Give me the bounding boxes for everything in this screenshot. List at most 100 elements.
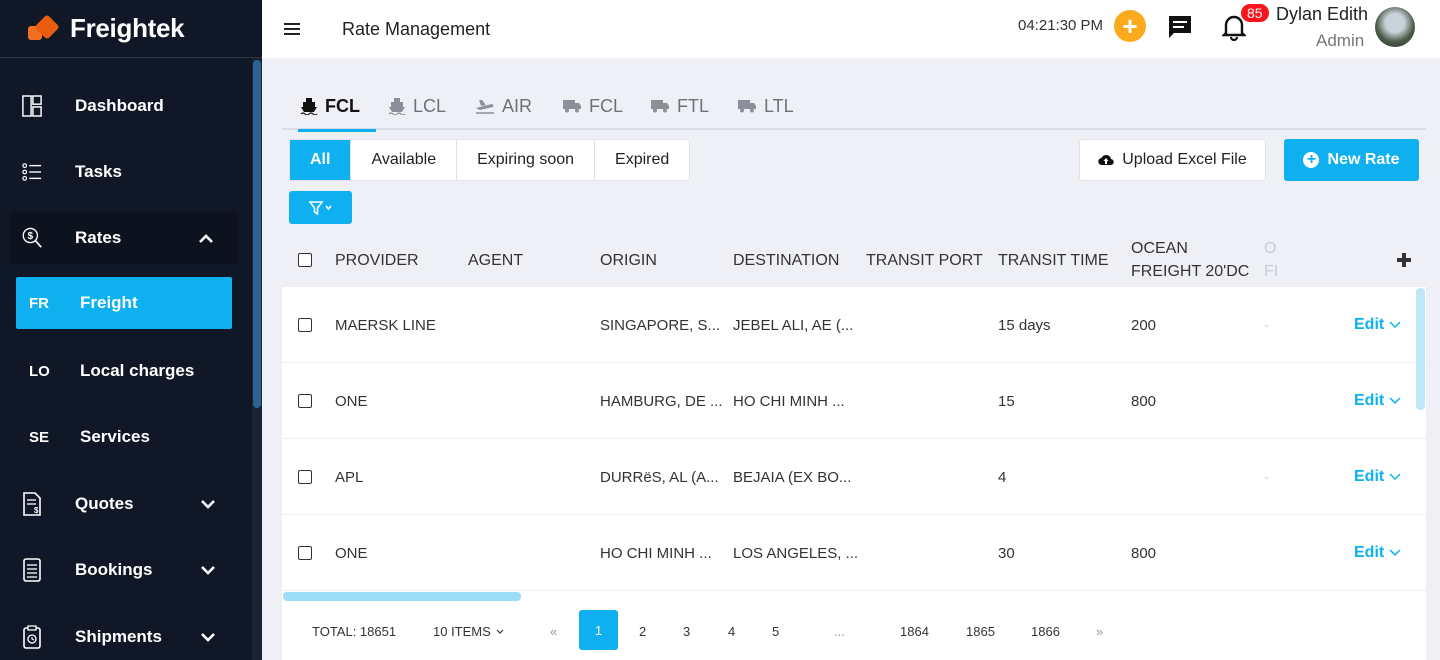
cell-provider: ONE <box>335 392 368 410</box>
col-provider[interactable]: PROVIDER <box>335 232 419 288</box>
col-label-line: FREIGHT 20'DC <box>1131 263 1250 280</box>
edit-button[interactable]: Edit <box>1354 515 1401 591</box>
filter-all-button[interactable]: All <box>290 140 352 180</box>
checkbox[interactable] <box>298 253 312 267</box>
avatar[interactable] <box>1375 7 1415 47</box>
page-button[interactable]: 1 <box>579 610 618 650</box>
filter-expiring-soon-button[interactable]: Expiring soon <box>457 140 596 180</box>
col-transit-time[interactable]: TRANSIT TIME <box>998 232 1109 288</box>
sidebar-item-quotes[interactable]: $ Quotes <box>0 478 240 530</box>
subitem-abbr: LO <box>29 362 50 380</box>
tab-lcl[interactable]: LCL <box>388 82 446 130</box>
cell-provider: APL <box>335 468 364 486</box>
col-ocean-freight-20dc[interactable]: OCEAN FREIGHT 20'DC <box>1131 232 1249 288</box>
checkbox[interactable] <box>298 470 312 484</box>
quick-add-button[interactable]: + <box>1114 10 1146 42</box>
tab-label: LTL <box>764 95 794 116</box>
sidebar-item-tasks[interactable]: Tasks <box>0 146 240 198</box>
sidebar-item-bookings[interactable]: Bookings <box>0 544 240 596</box>
prev-page-button[interactable]: « <box>550 603 557 660</box>
shipments-icon <box>22 625 42 649</box>
top-header: Rate Management 04:21:30 PM + 85 Dylan E… <box>262 0 1440 58</box>
col-agent[interactable]: AGENT <box>468 232 523 288</box>
select-all-checkbox[interactable] <box>298 232 312 288</box>
cell-transit-time: 15 <box>998 392 1015 410</box>
tab-ftl[interactable]: FTL <box>650 82 709 130</box>
new-rate-label: New Rate <box>1327 151 1400 168</box>
sidebar-item-shipments[interactable]: Shipments <box>0 611 240 660</box>
sidebar-scrollbar[interactable] <box>253 60 261 408</box>
cell-destination: HO CHI MINH ... <box>733 392 845 410</box>
menu-icon[interactable] <box>284 20 300 38</box>
table-vertical-scrollbar[interactable] <box>1416 288 1425 410</box>
col-origin[interactable]: ORIGIN <box>600 232 657 288</box>
col-label-line: OCEAN <box>1131 240 1188 257</box>
cell-provider: ONE <box>335 544 368 562</box>
chat-icon[interactable] <box>1167 14 1193 45</box>
filter-available-button[interactable]: Available <box>351 140 458 180</box>
sidebar-item-rates[interactable]: $ Rates <box>10 212 238 264</box>
upload-excel-button[interactable]: Upload Excel File <box>1079 139 1266 181</box>
checkbox[interactable] <box>298 394 312 408</box>
col-destination[interactable]: DESTINATION <box>733 232 839 288</box>
col-next-truncated[interactable]: O FI <box>1264 232 1278 288</box>
brand-name: Freightek <box>70 13 185 43</box>
page-button[interactable]: 4 <box>728 603 735 660</box>
tab-road-fcl[interactable]: FCL <box>562 82 623 130</box>
new-rate-button[interactable]: + New Rate <box>1284 139 1419 181</box>
page-button[interactable]: 2 <box>639 603 646 660</box>
transport-mode-tabs: FCL LCL AIR FCL FTL LTL <box>282 82 1426 132</box>
edit-button[interactable]: Edit <box>1354 287 1401 363</box>
filter-expired-button[interactable]: Expired <box>595 140 689 180</box>
tab-air[interactable]: AIR <box>475 82 532 130</box>
cell-origin: SINGAPORE, S... <box>600 316 721 334</box>
svg-text:$: $ <box>34 506 39 515</box>
row-checkbox[interactable] <box>298 363 312 439</box>
page-button[interactable]: 1864 <box>900 603 929 660</box>
funnel-icon <box>308 200 332 215</box>
cell-origin: HO CHI MINH ... <box>600 544 712 562</box>
add-column-icon[interactable] <box>1396 252 1412 268</box>
plane-icon <box>476 100 494 114</box>
edit-button[interactable]: Edit <box>1354 363 1401 439</box>
items-per-page-label: 10 ITEMS <box>433 624 491 639</box>
sidebar-subitem-local-charges[interactable]: LO Local charges <box>16 345 232 397</box>
sidebar-item-label: Quotes <box>75 494 134 513</box>
sidebar-item-dashboard[interactable]: Dashboard <box>0 80 240 132</box>
page-title: Rate Management <box>342 18 491 39</box>
col-transit-port[interactable]: TRANSIT PORT <box>866 232 983 288</box>
cell-next: - <box>1264 316 1269 334</box>
page-button[interactable]: 1866 <box>1031 603 1060 660</box>
tab-ltl[interactable]: LTL <box>737 82 794 130</box>
tab-fcl[interactable]: FCL <box>298 82 376 132</box>
checkbox[interactable] <box>298 318 312 332</box>
sidebar-subitem-freight[interactable]: FR Freight <box>16 277 232 329</box>
brand-logo[interactable]: Freightek <box>0 0 262 58</box>
page-button[interactable]: 5 <box>772 603 779 660</box>
page-button[interactable]: 3 <box>683 603 690 660</box>
user-name[interactable]: Dylan Edith <box>1276 4 1368 25</box>
sidebar-subitem-services[interactable]: SE Services <box>16 411 232 463</box>
page-ellipsis[interactable]: ... <box>834 603 845 660</box>
page-button[interactable]: 1865 <box>966 603 995 660</box>
clock: 04:21:30 PM <box>1018 17 1104 34</box>
row-checkbox[interactable] <box>298 515 312 591</box>
row-checkbox[interactable] <box>298 439 312 515</box>
table-row[interactable]: ONE HO CHI MINH ... LOS ANGELES, ... 30 … <box>282 515 1426 591</box>
chevron-down-icon <box>1389 321 1401 329</box>
ship-icon <box>300 98 318 115</box>
subitem-label: Services <box>80 427 150 446</box>
tab-label: FTL <box>677 95 710 116</box>
next-page-button[interactable]: » <box>1096 603 1103 660</box>
table-row[interactable]: ONE HAMBURG, DE ... HO CHI MINH ... 15 8… <box>282 363 1426 439</box>
table-row[interactable]: APL DURRëS, AL (A... BEJAIA (EX BO... 4 … <box>282 439 1426 515</box>
cell-transit-time: 4 <box>998 468 1007 486</box>
advanced-filter-button[interactable] <box>289 191 352 224</box>
edit-button[interactable]: Edit <box>1354 439 1401 515</box>
table-row[interactable]: MAERSK LINE SINGAPORE, S... JEBEL ALI, A… <box>282 287 1426 363</box>
table-horizontal-scrollbar[interactable] <box>283 592 521 601</box>
tab-label: LCL <box>413 95 447 116</box>
checkbox[interactable] <box>298 546 312 560</box>
items-per-page-select[interactable]: 10 ITEMS <box>433 603 504 660</box>
row-checkbox[interactable] <box>298 287 312 363</box>
